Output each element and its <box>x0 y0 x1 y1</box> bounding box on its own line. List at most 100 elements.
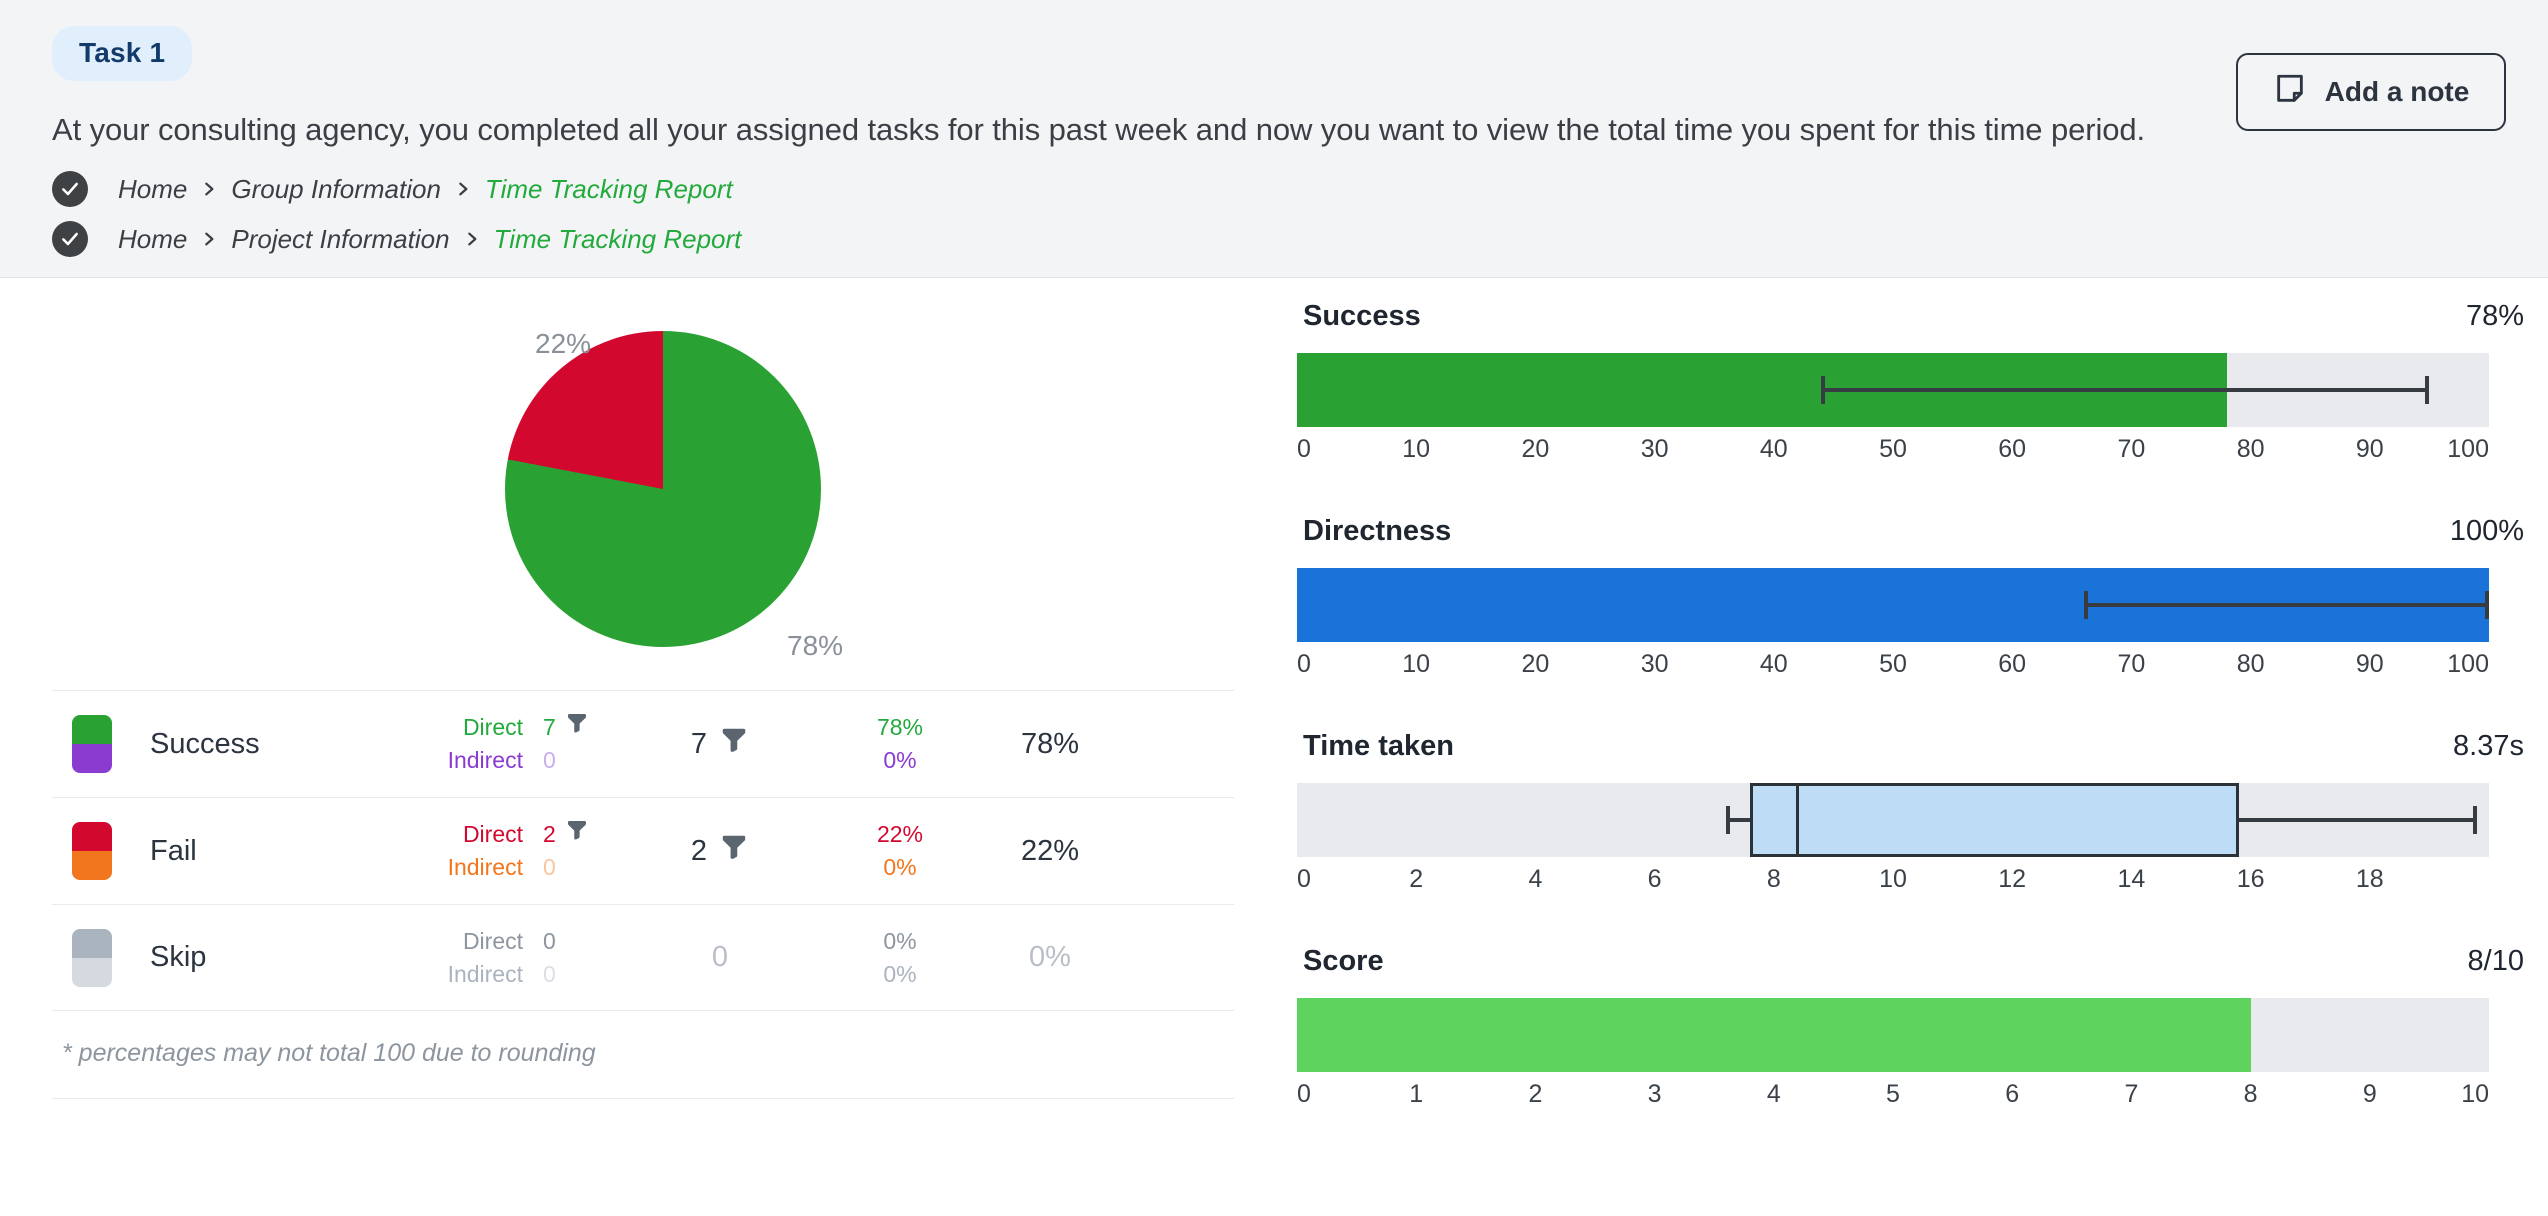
metric-track[interactable] <box>1297 568 2489 642</box>
metric-value: 100% <box>2450 515 2524 548</box>
table-row[interactable]: SuccessDirectIndirect70778%0%78% <box>52 690 1234 797</box>
breadcrumb-item[interactable]: Group Information <box>231 174 441 205</box>
axis-tick: 50 <box>1879 650 1907 679</box>
chevron-right-icon <box>201 178 217 200</box>
chevron-right-icon <box>201 228 217 250</box>
outcome-panel: 22% 78% SuccessDirectIndirect70778%0%78%… <box>0 278 1275 1216</box>
metric-axis: 024681012141618 <box>1297 861 2489 905</box>
axis-tick: 14 <box>2117 865 2145 894</box>
metric-value: 8.37s <box>2453 730 2524 763</box>
axis-tick: 20 <box>1521 650 1549 679</box>
color-swatch <box>72 822 112 880</box>
metric-time-taken: Time taken8.37s024681012141618 <box>1297 730 2528 905</box>
metric-title: Success <box>1303 300 1421 333</box>
total-percent: 22% <box>975 835 1125 868</box>
percent-breakdown: 0%0% <box>825 925 975 991</box>
error-bar-cap-high <box>2425 376 2429 404</box>
metric-title: Time taken <box>1303 730 1454 763</box>
metric-title: Score <box>1303 945 1384 978</box>
task-description: At your consulting agency, you completed… <box>52 111 2508 148</box>
bar-fill <box>1297 998 2251 1072</box>
total-count: 2 <box>691 835 707 868</box>
axis-tick: 7 <box>2124 1080 2138 1109</box>
indirect-count: 0 <box>543 744 556 777</box>
filter-icon[interactable] <box>719 725 749 763</box>
error-bar-cap-high <box>2485 591 2489 619</box>
table-row[interactable]: FailDirectIndirect20222%0%22% <box>52 797 1234 904</box>
axis-tick: 10 <box>1879 865 1907 894</box>
total-count: 0 <box>712 941 728 974</box>
indirect-count: 0 <box>543 958 556 991</box>
metric-header: Score8/10 <box>1297 945 2528 978</box>
indirect-label: Indirect <box>405 851 523 884</box>
breadcrumb-item[interactable]: Project Information <box>231 224 449 255</box>
direct-percent: 0% <box>825 925 975 958</box>
breadcrumb-item[interactable]: Time Tracking Report <box>485 174 733 205</box>
metric-score: Score8/10012345678910 <box>1297 945 2528 1120</box>
add-note-label: Add a note <box>2325 76 2470 108</box>
metric-track[interactable] <box>1297 353 2489 427</box>
direct-label: Direct <box>405 711 523 744</box>
check-circle-icon <box>52 221 88 257</box>
axis-tick: 80 <box>2237 435 2265 464</box>
axis-tick: 20 <box>1521 435 1549 464</box>
error-bar-cap-low <box>2084 591 2088 619</box>
total-count-cell: 2 <box>615 832 825 870</box>
chevron-right-icon <box>455 178 471 200</box>
task-header: Task 1 At your consulting agency, you co… <box>0 0 2548 278</box>
filter-icon[interactable] <box>565 711 589 744</box>
metric-axis: 012345678910 <box>1297 1076 2489 1120</box>
direct-indirect-counts: 00 <box>523 925 615 991</box>
total-count-cell: 0 <box>615 941 825 974</box>
error-bar-cap-low <box>1821 376 1825 404</box>
metric-axis: 0102030405060708090100 <box>1297 431 2489 475</box>
breadcrumb-row: Home Group Information Time Tracking Repor… <box>52 171 2508 207</box>
axis-tick: 90 <box>2356 650 2384 679</box>
color-swatch <box>72 929 112 987</box>
box-median-line <box>1796 783 1799 857</box>
axis-tick: 6 <box>1648 865 1662 894</box>
axis-tick: 60 <box>1998 435 2026 464</box>
direct-count: 2 <box>543 818 556 851</box>
total-percent: 0% <box>975 941 1125 974</box>
indirect-label: Indirect <box>405 744 523 777</box>
breadcrumb-item[interactable]: Home <box>118 174 187 205</box>
metric-track[interactable] <box>1297 998 2489 1072</box>
add-note-button[interactable]: Add a note <box>2236 53 2506 131</box>
axis-tick: 18 <box>2356 865 2384 894</box>
pie-graphic <box>502 328 824 650</box>
direct-indirect-labels: DirectIndirect <box>405 925 523 991</box>
axis-tick: 50 <box>1879 435 1907 464</box>
axis-tick: 6 <box>2005 1080 2019 1109</box>
metric-success: Success78%0102030405060708090100 <box>1297 300 2528 475</box>
axis-tick: 8 <box>2244 1080 2258 1109</box>
metric-track[interactable] <box>1297 783 2489 857</box>
metric-header: Success78% <box>1297 300 2528 333</box>
metric-header: Directness 100% <box>1297 515 2528 548</box>
outcome-pie-chart: 22% 78% <box>52 300 1215 690</box>
task-badge: Task 1 <box>52 26 192 81</box>
metric-header: Time taken 8.37s <box>1297 730 2528 763</box>
chevron-right-icon <box>464 228 480 250</box>
direct-count: 7 <box>543 711 556 744</box>
breadcrumb-item[interactable]: Time Tracking Report <box>494 224 742 255</box>
outcome-label: Fail <box>150 835 405 868</box>
axis-tick: 0 <box>1297 1080 1311 1109</box>
axis-tick: 8 <box>1767 865 1781 894</box>
metric-title: Directness <box>1303 515 1451 548</box>
axis-tick: 4 <box>1767 1080 1781 1109</box>
table-row[interactable]: SkipDirectIndirect0000%0%0% <box>52 904 1234 1011</box>
filter-icon[interactable] <box>719 832 749 870</box>
axis-tick: 3 <box>1648 1080 1662 1109</box>
axis-tick: 16 <box>2237 865 2265 894</box>
axis-tick: 0 <box>1297 865 1311 894</box>
filter-icon[interactable] <box>565 818 589 851</box>
axis-tick: 100 <box>2447 435 2489 464</box>
axis-tick: 70 <box>2117 435 2145 464</box>
error-bar-line <box>1821 388 2429 392</box>
whisker-low-cap <box>1726 806 1730 834</box>
axis-tick: 10 <box>1402 650 1430 679</box>
breadcrumb-item[interactable]: Home <box>118 224 187 255</box>
axis-tick: 70 <box>2117 650 2145 679</box>
axis-tick: 4 <box>1528 865 1542 894</box>
